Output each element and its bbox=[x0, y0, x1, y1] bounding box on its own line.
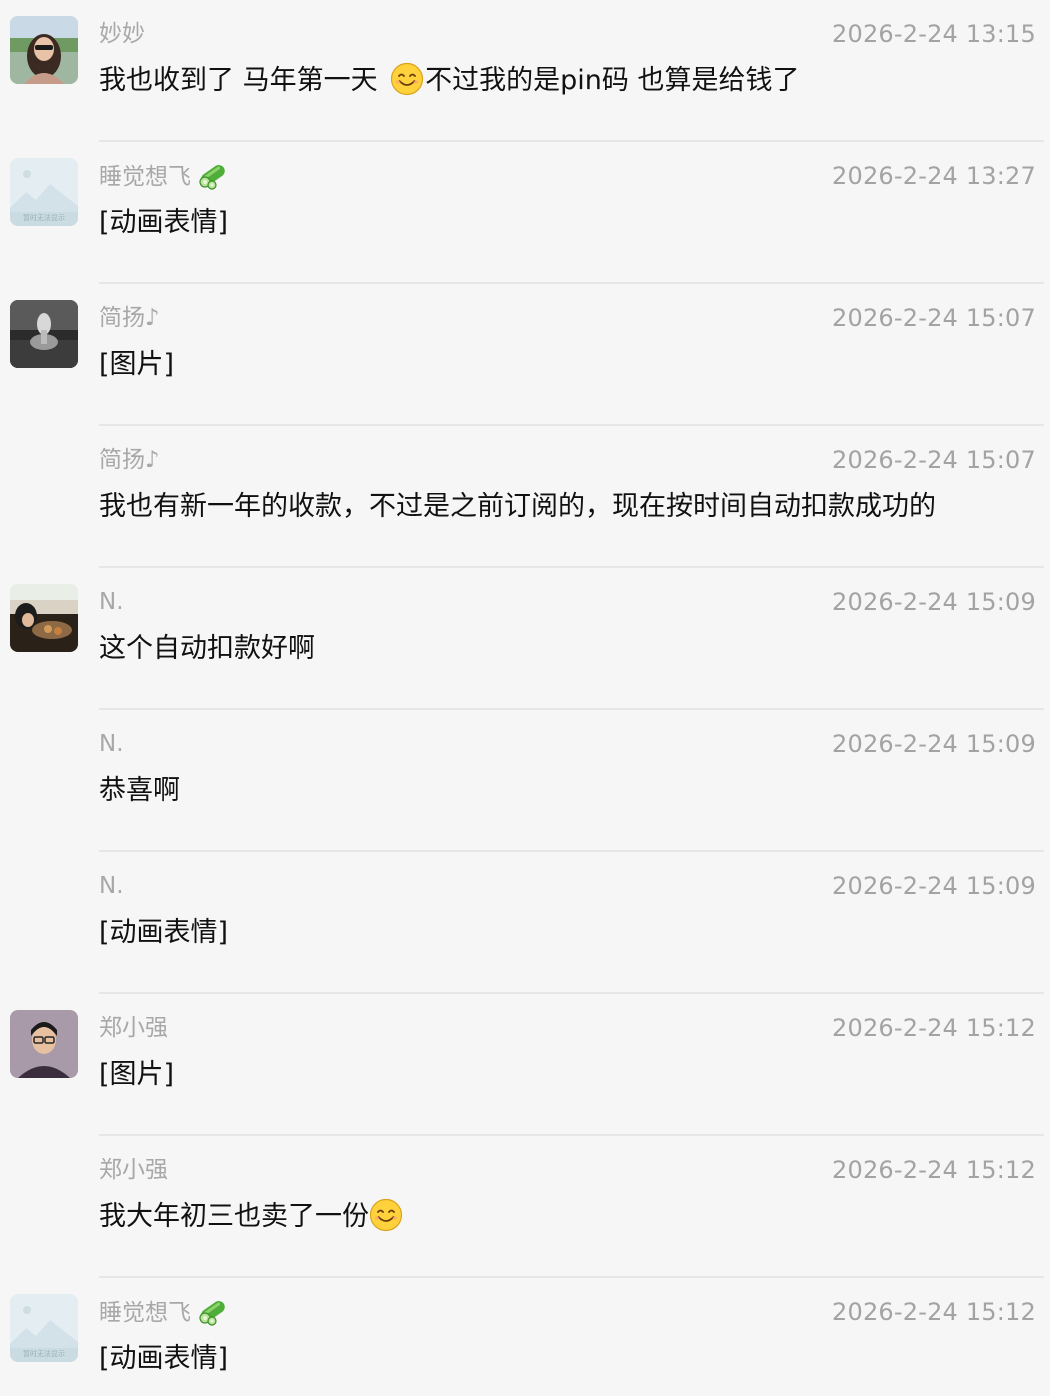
avatar-photo-icon bbox=[10, 584, 78, 652]
chat-message[interactable]: N. 2026-2-24 15:09 恭喜啊 bbox=[0, 710, 1050, 852]
sender-name[interactable]: N. bbox=[99, 586, 124, 618]
avatar[interactable] bbox=[10, 16, 78, 84]
sender-name[interactable]: 郑小强 bbox=[99, 1154, 168, 1186]
message-text: [图片] bbox=[99, 1059, 175, 1090]
message-text-part: 我也收到了 马年第一天 bbox=[99, 65, 387, 96]
avatar[interactable]: 暂时无法显示 bbox=[10, 158, 78, 226]
sender-name[interactable]: 睡觉想飞 bbox=[99, 160, 229, 193]
chat-message[interactable]: 郑小强 2026-2-24 15:12 [图片] bbox=[0, 994, 1050, 1136]
message-text: 我大年初三也卖了一份 bbox=[99, 1196, 404, 1238]
avatar-photo-icon bbox=[10, 300, 78, 368]
avatar-photo-icon bbox=[10, 16, 78, 84]
placeholder-caption: 暂时无法显示 bbox=[23, 213, 65, 222]
message-timestamp: 2026-2-24 15:09 bbox=[832, 730, 1036, 758]
sender-name[interactable]: 妙妙 bbox=[99, 18, 145, 50]
avatar[interactable] bbox=[10, 584, 78, 652]
chat-message[interactable]: 简扬♪ 2026-2-24 15:07 [图片] bbox=[0, 284, 1050, 426]
message-text: 这个自动扣款好啊 bbox=[99, 633, 315, 664]
placeholder-image-icon: 暂时无法显示 bbox=[10, 158, 78, 226]
placeholder-caption: 暂时无法显示 bbox=[23, 1349, 65, 1358]
sender-name[interactable]: 睡觉想飞 bbox=[99, 1296, 229, 1329]
cucumber-icon bbox=[197, 1296, 229, 1326]
chat-message[interactable]: N. 2026-2-24 15:09 [动画表情] bbox=[0, 852, 1050, 994]
message-timestamp: 2026-2-24 15:09 bbox=[832, 588, 1036, 616]
sender-name-label: 睡觉想飞 bbox=[99, 164, 191, 190]
sender-name[interactable]: N. bbox=[99, 870, 124, 902]
message-text: [动画表情] bbox=[99, 1343, 229, 1374]
sender-name[interactable]: 简扬♪ bbox=[99, 444, 160, 476]
avatar[interactable]: 暂时无法显示 bbox=[10, 1294, 78, 1362]
message-timestamp: 2026-2-24 15:12 bbox=[832, 1156, 1036, 1184]
message-timestamp: 2026-2-24 15:07 bbox=[832, 304, 1036, 332]
sender-name[interactable]: 简扬♪ bbox=[99, 302, 160, 334]
sender-name-label: 睡觉想飞 bbox=[99, 1300, 191, 1326]
smile-emoji-icon bbox=[390, 62, 424, 96]
message-text: [动画表情] bbox=[99, 207, 229, 238]
message-text: 我也收到了 马年第一天 不过我的是pin码 也算是给钱了 bbox=[99, 60, 800, 102]
message-text-part: 不过我的是pin码 也算是给钱了 bbox=[425, 65, 800, 96]
message-timestamp: 2026-2-24 15:12 bbox=[832, 1298, 1036, 1326]
avatar-photo-icon bbox=[10, 1010, 78, 1078]
sender-name[interactable]: N. bbox=[99, 728, 124, 760]
chat-message-list: 妙妙 2026-2-24 13:15 我也收到了 马年第一天 不过我的是pin码… bbox=[0, 0, 1050, 1396]
message-text-part: 我大年初三也卖了一份 bbox=[99, 1201, 369, 1232]
message-timestamp: 2026-2-24 15:07 bbox=[832, 446, 1036, 474]
chat-message[interactable]: 妙妙 2026-2-24 13:15 我也收到了 马年第一天 不过我的是pin码… bbox=[0, 0, 1050, 142]
chat-message[interactable]: 暂时无法显示 睡觉想飞 2026-2-24 13:27 [动画表情] bbox=[0, 142, 1050, 284]
message-text: 恭喜啊 bbox=[99, 775, 180, 806]
message-text: 我也有新一年的收款，不过是之前订阅的，现在按时间自动扣款成功的 bbox=[99, 491, 936, 522]
chat-message[interactable]: 暂时无法显示 睡觉想飞 2026-2-24 15:12 [动画表情] bbox=[0, 1278, 1050, 1396]
message-timestamp: 2026-2-24 13:15 bbox=[832, 20, 1036, 48]
chat-message[interactable]: 简扬♪ 2026-2-24 15:07 我也有新一年的收款，不过是之前订阅的，现… bbox=[0, 426, 1050, 568]
avatar[interactable] bbox=[10, 1010, 78, 1078]
chat-message[interactable]: 郑小强 2026-2-24 15:12 我大年初三也卖了一份 bbox=[0, 1136, 1050, 1278]
message-timestamp: 2026-2-24 15:09 bbox=[832, 872, 1036, 900]
cucumber-icon bbox=[197, 160, 229, 190]
sender-name[interactable]: 郑小强 bbox=[99, 1012, 168, 1044]
chat-message[interactable]: N. 2026-2-24 15:09 这个自动扣款好啊 bbox=[0, 568, 1050, 710]
message-text: [图片] bbox=[99, 349, 175, 380]
message-timestamp: 2026-2-24 13:27 bbox=[832, 162, 1036, 190]
message-timestamp: 2026-2-24 15:12 bbox=[832, 1014, 1036, 1042]
smile-emoji-icon bbox=[369, 1198, 403, 1232]
placeholder-image-icon: 暂时无法显示 bbox=[10, 1294, 78, 1362]
message-text: [动画表情] bbox=[99, 917, 229, 948]
avatar[interactable] bbox=[10, 300, 78, 368]
